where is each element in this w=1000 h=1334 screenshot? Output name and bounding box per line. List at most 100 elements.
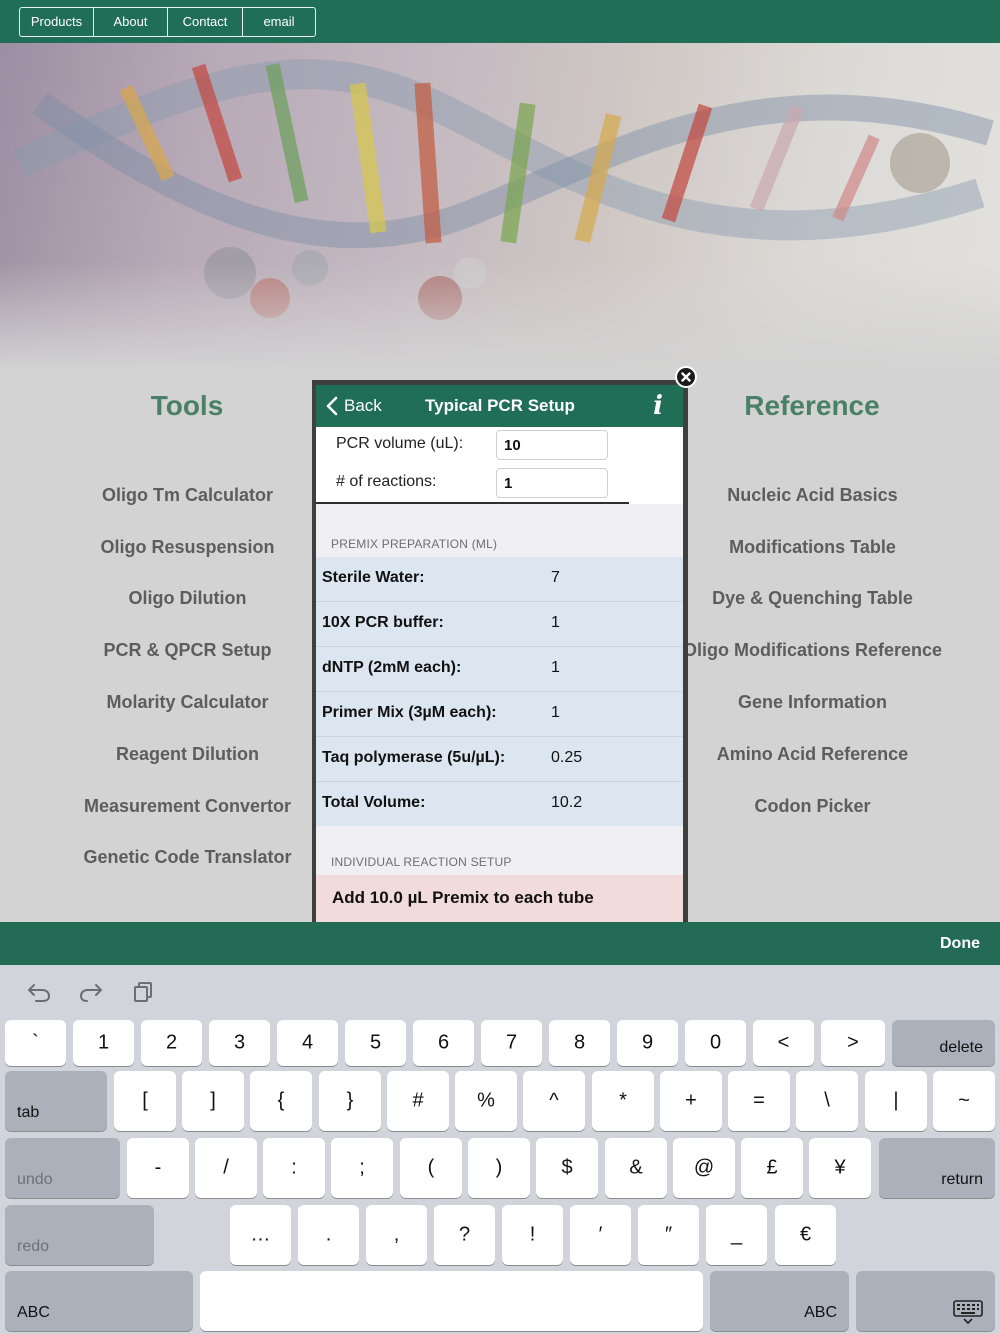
tool-reagent-dilution[interactable]: Reagent Dilution: [60, 744, 315, 765]
undo-key[interactable]: undo: [5, 1138, 120, 1198]
key[interactable]: |: [865, 1071, 927, 1131]
space-key[interactable]: [200, 1271, 703, 1331]
key[interactable]: /: [195, 1138, 257, 1198]
paste-icon[interactable]: [132, 981, 154, 1003]
key[interactable]: 9: [617, 1020, 678, 1066]
key[interactable]: 6: [413, 1020, 474, 1066]
tab-key[interactable]: tab: [5, 1071, 107, 1131]
key[interactable]: $: [536, 1138, 598, 1198]
done-button[interactable]: Done: [940, 922, 980, 965]
nav-contact-button[interactable]: Contact: [168, 8, 243, 36]
premix-label: dNTP (2mM each):: [322, 659, 462, 676]
premix-row: Total Volume: 10.2: [316, 782, 683, 826]
ref-dye-quenching-table[interactable]: Dye & Quenching Table: [680, 588, 945, 609]
return-key[interactable]: return: [879, 1138, 995, 1198]
key[interactable]: 5: [345, 1020, 406, 1066]
key[interactable]: ¥: [809, 1138, 871, 1198]
key[interactable]: @: [673, 1138, 735, 1198]
key[interactable]: ]: [182, 1071, 244, 1131]
key[interactable]: 0: [685, 1020, 746, 1066]
modal-header: Back Typical PCR Setup i: [316, 385, 683, 427]
tool-oligo-dilution[interactable]: Oligo Dilution: [60, 588, 315, 609]
back-button[interactable]: Back: [326, 385, 382, 427]
keyboard-dismiss-icon: [953, 1300, 983, 1325]
reactions-input[interactable]: [496, 468, 608, 498]
premix-row: Primer Mix (3µM each): 1: [316, 692, 683, 737]
nav-email-button[interactable]: email: [243, 8, 315, 36]
instruction-text: Add 10.0 µL Premix to each tube: [332, 888, 594, 907]
info-icon[interactable]: i: [653, 391, 663, 421]
key[interactable]: =: [728, 1071, 790, 1131]
keyboard-dismiss-key[interactable]: [856, 1271, 995, 1331]
ref-nucleic-acid-basics[interactable]: Nucleic Acid Basics: [680, 485, 945, 506]
premix-label: Primer Mix (3µM each):: [322, 704, 497, 721]
key[interactable]: -: [127, 1138, 189, 1198]
delete-key[interactable]: delete: [892, 1020, 995, 1066]
tool-oligo-tm-calculator[interactable]: Oligo Tm Calculator: [60, 485, 315, 506]
key[interactable]: _: [706, 1205, 767, 1265]
key[interactable]: %: [455, 1071, 517, 1131]
key[interactable]: 3: [209, 1020, 270, 1066]
close-icon: [681, 372, 691, 382]
redo-key[interactable]: redo: [5, 1205, 154, 1265]
redo-icon[interactable]: [78, 981, 104, 1003]
key[interactable]: 1: [73, 1020, 134, 1066]
key[interactable]: &: [605, 1138, 667, 1198]
key[interactable]: ^: [523, 1071, 585, 1131]
key[interactable]: 7: [481, 1020, 542, 1066]
key[interactable]: 2: [141, 1020, 202, 1066]
key[interactable]: #: [387, 1071, 449, 1131]
key[interactable]: ?: [434, 1205, 495, 1265]
premix-value: 1: [551, 704, 560, 721]
tool-oligo-resuspension[interactable]: Oligo Resuspension: [60, 537, 315, 558]
key[interactable]: ,: [366, 1205, 427, 1265]
abc-key-right[interactable]: ABC: [710, 1271, 849, 1331]
key[interactable]: .: [298, 1205, 359, 1265]
key[interactable]: …: [230, 1205, 291, 1265]
input-divider: [316, 502, 629, 504]
abc-key-left[interactable]: ABC: [5, 1271, 193, 1331]
key[interactable]: !: [502, 1205, 563, 1265]
tool-genetic-code-translator[interactable]: Genetic Code Translator: [60, 847, 315, 868]
key[interactable]: `: [5, 1020, 66, 1066]
key[interactable]: 8: [549, 1020, 610, 1066]
key[interactable]: (: [400, 1138, 462, 1198]
ref-codon-picker[interactable]: Codon Picker: [680, 796, 945, 817]
key[interactable]: 4: [277, 1020, 338, 1066]
key[interactable]: ′: [570, 1205, 631, 1265]
premix-label: Sterile Water:: [322, 569, 425, 586]
key[interactable]: <: [753, 1020, 814, 1066]
undo-icon[interactable]: [26, 981, 52, 1003]
back-label: Back: [344, 396, 382, 415]
key[interactable]: £: [741, 1138, 803, 1198]
key[interactable]: +: [660, 1071, 722, 1131]
key[interactable]: €: [775, 1205, 836, 1265]
key[interactable]: >: [821, 1020, 885, 1066]
tool-measurement-convertor[interactable]: Measurement Convertor: [60, 796, 315, 817]
nav-about-button[interactable]: About: [94, 8, 168, 36]
pcr-volume-input[interactable]: [496, 430, 608, 460]
close-modal-button[interactable]: [675, 366, 697, 388]
chevron-left-icon: [326, 396, 338, 416]
ref-modifications-table[interactable]: Modifications Table: [680, 537, 945, 558]
key[interactable]: *: [592, 1071, 654, 1131]
key[interactable]: {: [250, 1071, 312, 1131]
ref-amino-acid-reference[interactable]: Amino Acid Reference: [680, 744, 945, 765]
nav-products-button[interactable]: Products: [20, 8, 94, 36]
tool-molarity-calculator[interactable]: Molarity Calculator: [60, 692, 315, 713]
individual-section-header: INDIVIDUAL REACTION SETUP: [331, 855, 512, 869]
key[interactable]: [: [114, 1071, 176, 1131]
key[interactable]: ″: [638, 1205, 699, 1265]
key[interactable]: }: [319, 1071, 381, 1131]
key[interactable]: :: [263, 1138, 325, 1198]
ref-gene-information[interactable]: Gene Information: [680, 692, 945, 713]
key[interactable]: ): [468, 1138, 530, 1198]
key[interactable]: \: [796, 1071, 858, 1131]
premix-table: Sterile Water: 7 10X PCR buffer: 1 dNTP …: [316, 557, 683, 826]
key[interactable]: ;: [331, 1138, 393, 1198]
tool-pcr-qpcr-setup[interactable]: PCR & QPCR Setup: [60, 640, 315, 661]
premix-row: 10X PCR buffer: 1: [316, 602, 683, 647]
key[interactable]: ~: [933, 1071, 995, 1131]
ref-oligo-modifications-reference[interactable]: Oligo Modifications Reference: [680, 640, 945, 661]
premix-section-header: PREMIX PREPARATION (ML): [331, 537, 498, 551]
